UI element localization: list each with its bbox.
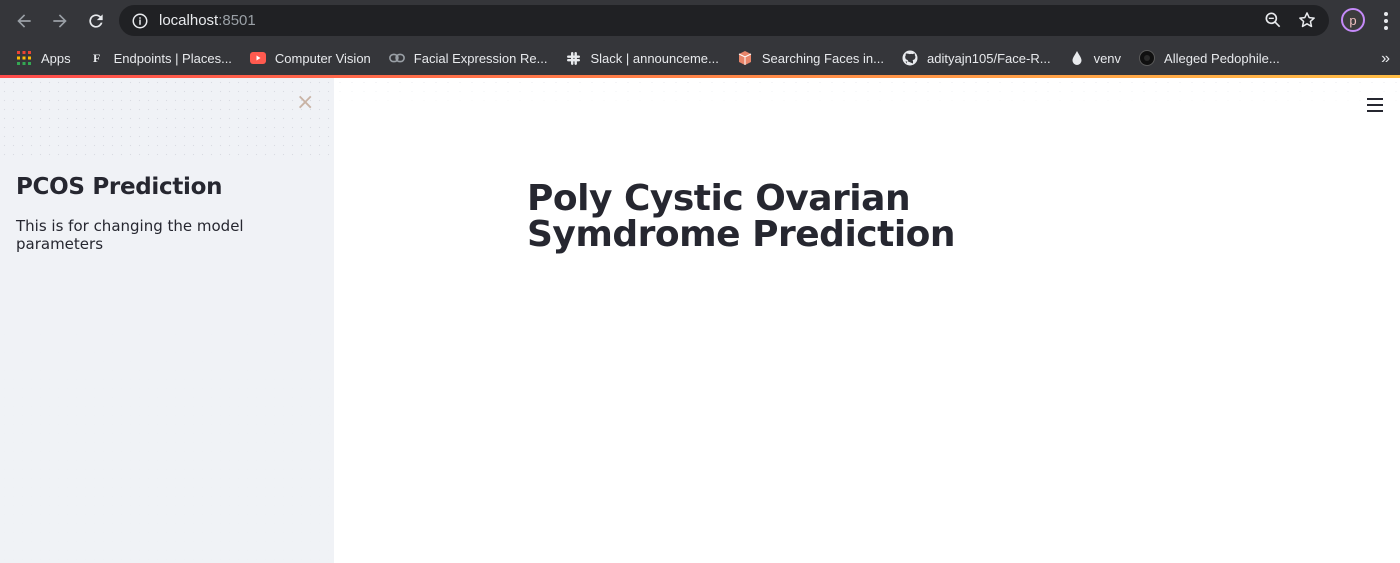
bookmark-label: adityajn105/Face-R... bbox=[927, 50, 1051, 66]
link-icon bbox=[388, 50, 405, 66]
bookmark-apps[interactable]: Apps bbox=[16, 50, 71, 66]
star-icon[interactable] bbox=[1297, 10, 1317, 30]
bookmark-label: Apps bbox=[41, 50, 71, 66]
bookmark-facial-expression[interactable]: Facial Expression Re... bbox=[388, 50, 548, 66]
reload-button[interactable] bbox=[81, 6, 111, 36]
url-host: localhost bbox=[159, 12, 219, 29]
sidebar-title: PCOS Prediction bbox=[16, 174, 223, 200]
apps-grid-icon bbox=[16, 50, 32, 66]
arrow-left-icon bbox=[17, 13, 31, 28]
slack-icon bbox=[565, 50, 581, 66]
sidebar-description: This is for changing the model parameter… bbox=[16, 217, 244, 253]
bookmark-label: Facial Expression Re... bbox=[413, 50, 548, 66]
youtube-icon bbox=[249, 50, 266, 66]
bookmark-label: Computer Vision bbox=[274, 50, 371, 66]
box-icon bbox=[737, 50, 753, 66]
reload-icon bbox=[89, 13, 103, 28]
profile-avatar[interactable]: p bbox=[1341, 8, 1365, 32]
bookmark-alleged[interactable]: Alleged Pedophile... bbox=[1139, 50, 1280, 66]
address-bar[interactable]: localhost:8501 bbox=[119, 5, 1329, 36]
zoom-icon[interactable] bbox=[1263, 10, 1283, 30]
bookmark-endpoints[interactable]: F Endpoints | Places... bbox=[89, 50, 232, 66]
url-text: localhost:8501 bbox=[159, 12, 256, 29]
bookmark-label: Alleged Pedophile... bbox=[1164, 50, 1280, 66]
hamburger-menu-icon[interactable] bbox=[1367, 98, 1383, 112]
sidebar: × PCOS Prediction This is for changing t… bbox=[0, 78, 334, 563]
foursquare-icon: F bbox=[92, 50, 101, 65]
circle-icon bbox=[1139, 50, 1156, 66]
menu-kebab-icon[interactable] bbox=[1378, 10, 1394, 32]
bookmark-label: Slack | announceme... bbox=[590, 50, 719, 66]
drop-icon bbox=[1069, 50, 1085, 66]
browser-toolbar: localhost:8501 p bbox=[0, 0, 1400, 41]
page-title: Poly Cystic Ovarian Symdrome Prediction bbox=[527, 178, 956, 255]
bookmark-venv[interactable]: venv bbox=[1069, 50, 1121, 66]
bookmarks-bar: Apps F Endpoints | Places... Computer Vi… bbox=[0, 41, 1400, 75]
github-icon bbox=[902, 50, 918, 66]
bookmark-computer-vision[interactable]: Computer Vision bbox=[249, 50, 371, 66]
arrow-right-icon bbox=[53, 13, 67, 28]
forward-button[interactable] bbox=[45, 6, 75, 36]
header-texture bbox=[334, 78, 1400, 108]
more-bookmarks-chevron-icon[interactable]: » bbox=[1381, 50, 1390, 68]
info-icon[interactable] bbox=[131, 12, 149, 30]
bookmark-label: Searching Faces in... bbox=[761, 50, 884, 66]
url-port: :8501 bbox=[218, 12, 256, 29]
bookmark-github[interactable]: adityajn105/Face-R... bbox=[902, 50, 1051, 66]
bookmark-label: venv bbox=[1093, 50, 1122, 66]
main-content: Poly Cystic Ovarian Symdrome Prediction bbox=[334, 78, 1400, 563]
back-button[interactable] bbox=[9, 6, 39, 36]
bookmark-slack[interactable]: Slack | announceme... bbox=[565, 50, 719, 66]
bookmark-label: Endpoints | Places... bbox=[113, 50, 232, 66]
bookmark-searching-faces[interactable]: Searching Faces in... bbox=[737, 50, 884, 66]
sidebar-close-icon[interactable]: × bbox=[296, 92, 314, 114]
